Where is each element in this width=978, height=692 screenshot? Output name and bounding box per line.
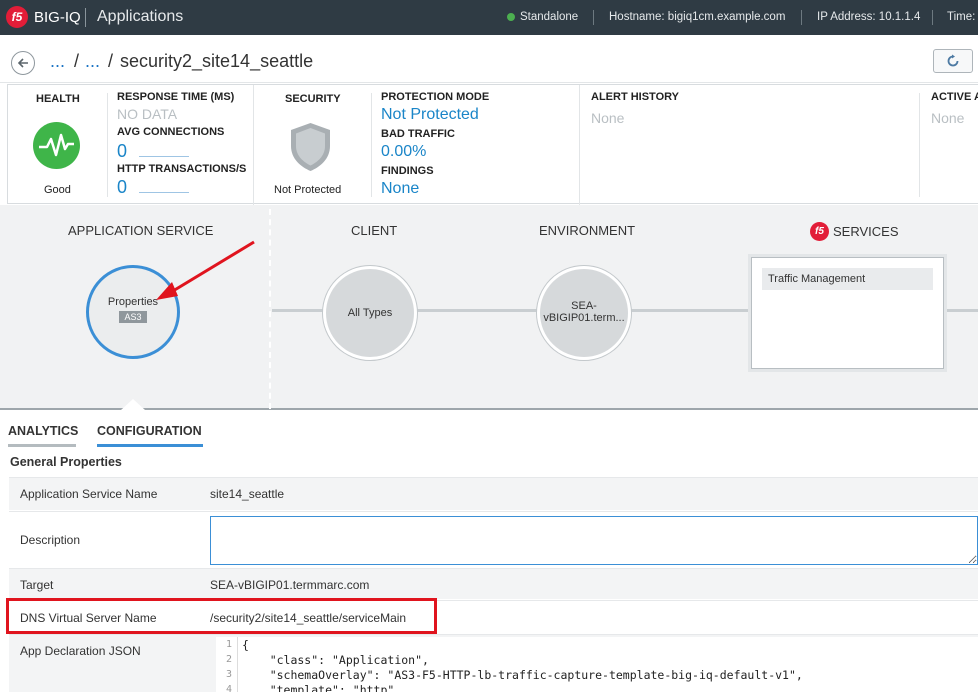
- line-number: 4: [225, 684, 232, 692]
- brand-name: BIG-IQ: [34, 9, 81, 26]
- topbar-divider: [801, 10, 802, 25]
- environment-node-line1: SEA-: [571, 300, 597, 312]
- code-line: {: [242, 638, 249, 652]
- sparkline: [139, 156, 189, 157]
- services-box[interactable]: Traffic Management: [751, 257, 944, 369]
- divider: [371, 93, 372, 197]
- breadcrumb-item-2[interactable]: ...: [85, 51, 100, 72]
- alert-history-label: ALERT HISTORY: [591, 91, 680, 103]
- divider: [107, 93, 108, 197]
- refresh-icon: [947, 54, 959, 67]
- json-editor[interactable]: 1 2 3 4 { "class": "Application", "schem…: [216, 637, 978, 692]
- active-alerts-value: None: [931, 110, 965, 126]
- tab-configuration-underline: [97, 444, 203, 447]
- property-row: Target SEA-vBIGIP01.termmarc.com: [9, 568, 978, 599]
- target-label: Target: [20, 578, 54, 592]
- http-transactions-label: HTTP TRANSACTIONS/S: [117, 163, 247, 175]
- bad-traffic-value: 0.00%: [381, 143, 427, 160]
- protection-mode-label: PROTECTION MODE: [381, 91, 490, 103]
- brand-divider: [85, 8, 86, 27]
- status-dot-icon: [507, 13, 515, 21]
- client-node-label: All Types: [347, 307, 393, 319]
- property-row: Application Service Name site14_seattle: [9, 477, 978, 510]
- line-number: 1: [225, 639, 232, 650]
- app-declaration-json-label: App Declaration JSON: [20, 644, 141, 658]
- section-heading: General Properties: [10, 455, 122, 469]
- breadcrumb: ... / ... / security2_site14_seattle: [0, 35, 978, 83]
- description-label: Description: [20, 533, 81, 547]
- http-transactions-value: 0: [117, 177, 128, 197]
- avg-connections-label: AVG CONNECTIONS: [117, 126, 225, 138]
- divider: [579, 85, 580, 205]
- code-line: "schemaOverlay": "AS3-F5-HTTP-lb-traffic…: [242, 668, 803, 682]
- refresh-button[interactable]: [933, 49, 973, 73]
- line-number-gutter: 1 2 3 4: [216, 637, 238, 692]
- mode-status: Standalone: [520, 11, 579, 23]
- page-title: security2_site14_seattle: [120, 51, 314, 71]
- selection-caret-icon: [121, 399, 145, 410]
- divider: [919, 93, 920, 197]
- response-time-label: RESPONSE TIME (MS): [117, 91, 235, 103]
- tab-configuration[interactable]: CONFIGURATION: [97, 424, 202, 438]
- topbar-divider: [593, 10, 594, 25]
- services-title: SERVICES: [833, 224, 899, 239]
- code-line: "template": "http",: [242, 683, 402, 692]
- heartbeat-icon[interactable]: [33, 122, 80, 169]
- bad-traffic-label: BAD TRAFFIC: [381, 128, 455, 140]
- app-service-title: APPLICATION SERVICE: [68, 223, 214, 238]
- line-number: 3: [225, 669, 232, 680]
- back-button[interactable]: [11, 51, 35, 75]
- client-title: CLIENT: [351, 223, 398, 238]
- service-item-traffic-management[interactable]: Traffic Management: [762, 268, 933, 290]
- health-label: HEALTH: [36, 93, 80, 105]
- topbar-divider: [932, 10, 933, 25]
- breadcrumb-item-1[interactable]: ...: [50, 51, 65, 72]
- ip-address: IP Address: 10.1.1.4: [817, 11, 921, 23]
- annotation-arrow-icon: [156, 240, 255, 300]
- environment-node[interactable]: SEA- vBIGIP01.term...: [537, 266, 631, 360]
- breadcrumb-separator: /: [108, 51, 114, 71]
- active-alerts-label: ACTIVE A: [931, 91, 978, 103]
- section-title[interactable]: Applications: [97, 8, 183, 26]
- topology-line: [944, 309, 978, 312]
- app-service-name-label: Application Service Name: [20, 487, 158, 501]
- divider: [253, 85, 254, 205]
- code-line: "class": "Application",: [242, 653, 429, 667]
- protection-mode-value[interactable]: Not Protected: [381, 106, 479, 124]
- arrow-left-icon: [17, 58, 28, 68]
- findings-label: FINDINGS: [381, 165, 434, 177]
- f5-logo-icon: f5: [810, 222, 829, 241]
- time-label: Time:: [947, 11, 976, 23]
- alert-history-value: None: [591, 110, 625, 126]
- line-number: 2: [225, 654, 232, 665]
- metrics-panel: HEALTH Good RESPONSE TIME (MS) NO DATA A…: [7, 84, 978, 205]
- f5-logo[interactable]: f5: [6, 6, 28, 28]
- client-node[interactable]: All Types: [323, 266, 417, 360]
- environment-node-line2: vBIGIP01.term...: [543, 312, 625, 324]
- response-time-value: NO DATA: [117, 106, 178, 122]
- target-value: SEA-vBIGIP01.termmarc.com: [210, 578, 370, 592]
- as3-tag: AS3: [119, 311, 147, 323]
- shield-icon[interactable]: [289, 122, 332, 175]
- tab-analytics[interactable]: ANALYTICS: [8, 424, 78, 438]
- description-field[interactable]: [210, 516, 978, 565]
- breadcrumb-separator: /: [74, 51, 80, 71]
- security-label: SECURITY: [285, 93, 341, 105]
- findings-value[interactable]: None: [381, 180, 419, 198]
- tab-analytics-underline: [8, 444, 76, 447]
- app-service-name-value: site14_seattle: [210, 487, 285, 501]
- hostname: Hostname: bigiq1cm.example.com: [609, 11, 786, 23]
- sparkline: [139, 192, 189, 193]
- security-status: Not Protected: [274, 184, 342, 196]
- health-status: Good: [44, 184, 71, 196]
- highlight-box: [6, 598, 437, 634]
- environment-title: ENVIRONMENT: [539, 223, 636, 238]
- avg-connections-value: 0: [117, 141, 128, 161]
- top-bar: f5 BIG-IQ Applications Standalone Hostna…: [0, 0, 978, 35]
- dashed-divider: [269, 209, 271, 409]
